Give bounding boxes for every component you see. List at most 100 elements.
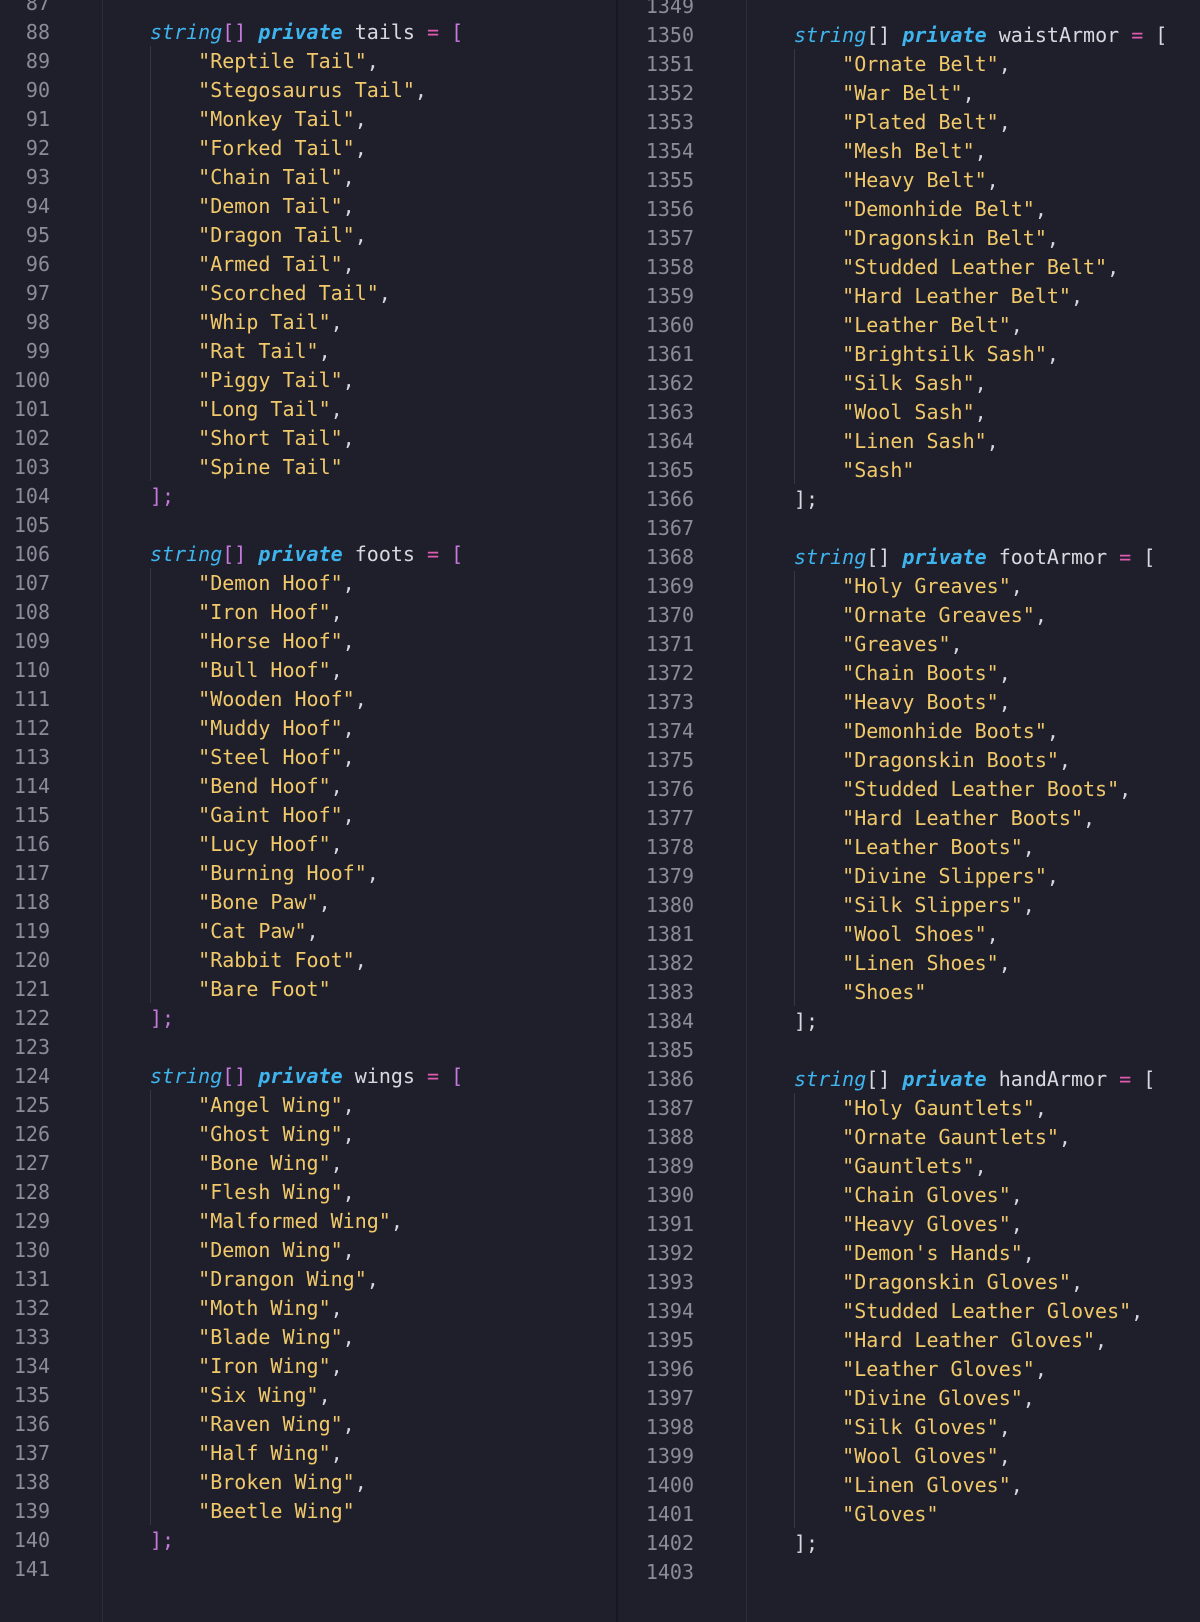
code-line[interactable]: 117 "Burning Hoof", bbox=[0, 858, 616, 888]
code-line[interactable]: 1398 "Silk Gloves", bbox=[618, 1412, 1200, 1442]
code-line[interactable]: 1393 "Dragonskin Gloves", bbox=[618, 1267, 1200, 1297]
code-line[interactable]: 127 "Bone Wing", bbox=[0, 1148, 616, 1178]
code-line[interactable]: 124 string[] private wings = [ bbox=[0, 1061, 616, 1091]
code-line[interactable]: 1397 "Divine Gloves", bbox=[618, 1383, 1200, 1413]
code-line[interactable]: 1392 "Demon's Hands", bbox=[618, 1238, 1200, 1268]
code-line[interactable]: 97 "Scorched Tail", bbox=[0, 278, 616, 308]
code-line[interactable]: 1402]; bbox=[618, 1528, 1200, 1558]
code-line[interactable]: 95 "Dragon Tail", bbox=[0, 220, 616, 250]
code-line[interactable]: 104]; bbox=[0, 481, 616, 511]
code-line[interactable]: 1395 "Hard Leather Gloves", bbox=[618, 1325, 1200, 1355]
code-line[interactable]: 129 "Malformed Wing", bbox=[0, 1206, 616, 1236]
code-line[interactable]: 99 "Rat Tail", bbox=[0, 336, 616, 366]
code-line[interactable]: 132 "Moth Wing", bbox=[0, 1293, 616, 1323]
code-line[interactable]: 133 "Blade Wing", bbox=[0, 1322, 616, 1352]
code-line[interactable]: 93 "Chain Tail", bbox=[0, 162, 616, 192]
code-line[interactable]: 1401 "Gloves" bbox=[618, 1499, 1200, 1529]
code-line[interactable]: 140]; bbox=[0, 1525, 616, 1555]
code-line[interactable]: 1371 "Greaves", bbox=[618, 629, 1200, 659]
code-line[interactable]: 141 bbox=[0, 1554, 616, 1584]
code-line[interactable]: 1360 "Leather Belt", bbox=[618, 310, 1200, 340]
code-line[interactable]: 1373 "Heavy Boots", bbox=[618, 687, 1200, 717]
code-line[interactable]: 1369 "Holy Greaves", bbox=[618, 571, 1200, 601]
code-line[interactable]: 109 "Horse Hoof", bbox=[0, 626, 616, 656]
code-line[interactable]: 116 "Lucy Hoof", bbox=[0, 829, 616, 859]
code-line[interactable]: 120 "Rabbit Foot", bbox=[0, 945, 616, 975]
code-line[interactable]: 1367 bbox=[618, 513, 1200, 543]
code-line[interactable]: 1349 bbox=[618, 0, 1200, 21]
code-line[interactable]: 90 "Stegosaurus Tail", bbox=[0, 75, 616, 105]
code-line[interactable]: 96 "Armed Tail", bbox=[0, 249, 616, 279]
code-line[interactable]: 91 "Monkey Tail", bbox=[0, 104, 616, 134]
code-line[interactable]: 1376 "Studded Leather Boots", bbox=[618, 774, 1200, 804]
code-line[interactable]: 130 "Demon Wing", bbox=[0, 1235, 616, 1265]
code-line[interactable]: 1382 "Linen Shoes", bbox=[618, 948, 1200, 978]
code-line[interactable]: 1354 "Mesh Belt", bbox=[618, 136, 1200, 166]
code-line[interactable]: 1353 "Plated Belt", bbox=[618, 107, 1200, 137]
code-line[interactable]: 1368 string[] private footArmor = [ bbox=[618, 542, 1200, 572]
code-line[interactable]: 89 "Reptile Tail", bbox=[0, 46, 616, 76]
code-line[interactable]: 1394 "Studded Leather Gloves", bbox=[618, 1296, 1200, 1326]
code-line[interactable]: 103 "Spine Tail" bbox=[0, 452, 616, 482]
code-line[interactable]: 1374 "Demonhide Boots", bbox=[618, 716, 1200, 746]
code-line[interactable]: 1380 "Silk Slippers", bbox=[618, 890, 1200, 920]
code-line[interactable]: 1351 "Ornate Belt", bbox=[618, 49, 1200, 79]
code-line[interactable]: 112 "Muddy Hoof", bbox=[0, 713, 616, 743]
code-line[interactable]: 135 "Six Wing", bbox=[0, 1380, 616, 1410]
code-line[interactable]: 1384]; bbox=[618, 1006, 1200, 1036]
code-line[interactable]: 118 "Bone Paw", bbox=[0, 887, 616, 917]
code-line[interactable]: 94 "Demon Tail", bbox=[0, 191, 616, 221]
code-line[interactable]: 100 "Piggy Tail", bbox=[0, 365, 616, 395]
code-line[interactable]: 1359 "Hard Leather Belt", bbox=[618, 281, 1200, 311]
code-line[interactable]: 136 "Raven Wing", bbox=[0, 1409, 616, 1439]
code-line[interactable]: 1390 "Chain Gloves", bbox=[618, 1180, 1200, 1210]
code-line[interactable]: 1352 "War Belt", bbox=[618, 78, 1200, 108]
code-line[interactable]: 88 string[] private tails = [ bbox=[0, 17, 616, 47]
code-line[interactable]: 139 "Beetle Wing" bbox=[0, 1496, 616, 1526]
code-line[interactable]: 108 "Iron Hoof", bbox=[0, 597, 616, 627]
code-line[interactable]: 125 "Angel Wing", bbox=[0, 1090, 616, 1120]
code-line[interactable]: 1391 "Heavy Gloves", bbox=[618, 1209, 1200, 1239]
code-line[interactable]: 102 "Short Tail", bbox=[0, 423, 616, 453]
code-line[interactable]: 106 string[] private foots = [ bbox=[0, 539, 616, 569]
code-line[interactable]: 1358 "Studded Leather Belt", bbox=[618, 252, 1200, 282]
left-editor-pane[interactable]: 87 88 string[] private tails = [89 "Reptil… bbox=[0, 0, 616, 1622]
code-line[interactable]: 134 "Iron Wing", bbox=[0, 1351, 616, 1381]
code-line[interactable]: 1377 "Hard Leather Boots", bbox=[618, 803, 1200, 833]
code-line[interactable]: 1355 "Heavy Belt", bbox=[618, 165, 1200, 195]
code-line[interactable]: 1350 string[] private waistArmor = [ bbox=[618, 20, 1200, 50]
code-line[interactable]: 137 "Half Wing", bbox=[0, 1438, 616, 1468]
code-line[interactable]: 101 "Long Tail", bbox=[0, 394, 616, 424]
right-editor-pane[interactable]: 1349 1350 string[] private waistArmor = [1… bbox=[618, 0, 1200, 1622]
code-line[interactable]: 131 "Drangon Wing", bbox=[0, 1264, 616, 1294]
code-line[interactable]: 98 "Whip Tail", bbox=[0, 307, 616, 337]
code-line[interactable]: 1356 "Demonhide Belt", bbox=[618, 194, 1200, 224]
code-line[interactable]: 110 "Bull Hoof", bbox=[0, 655, 616, 685]
code-line[interactable]: 87 bbox=[0, 0, 616, 18]
code-line[interactable]: 126 "Ghost Wing", bbox=[0, 1119, 616, 1149]
code-line[interactable]: 1370 "Ornate Greaves", bbox=[618, 600, 1200, 630]
code-line[interactable]: 1375 "Dragonskin Boots", bbox=[618, 745, 1200, 775]
code-line[interactable]: 1403 bbox=[618, 1557, 1200, 1587]
code-line[interactable]: 1372 "Chain Boots", bbox=[618, 658, 1200, 688]
code-line[interactable]: 1361 "Brightsilk Sash", bbox=[618, 339, 1200, 369]
code-line[interactable]: 123 bbox=[0, 1032, 616, 1062]
code-line[interactable]: 1362 "Silk Sash", bbox=[618, 368, 1200, 398]
code-line[interactable]: 1385 bbox=[618, 1035, 1200, 1065]
code-line[interactable]: 1366]; bbox=[618, 484, 1200, 514]
code-line[interactable]: 107 "Demon Hoof", bbox=[0, 568, 616, 598]
code-line[interactable]: 1399 "Wool Gloves", bbox=[618, 1441, 1200, 1471]
code-line[interactable]: 1363 "Wool Sash", bbox=[618, 397, 1200, 427]
code-line[interactable]: 119 "Cat Paw", bbox=[0, 916, 616, 946]
code-line[interactable]: 1396 "Leather Gloves", bbox=[618, 1354, 1200, 1384]
code-line[interactable]: 121 "Bare Foot" bbox=[0, 974, 616, 1004]
code-line[interactable]: 1379 "Divine Slippers", bbox=[618, 861, 1200, 891]
code-line[interactable]: 1386 string[] private handArmor = [ bbox=[618, 1064, 1200, 1094]
code-line[interactable]: 1383 "Shoes" bbox=[618, 977, 1200, 1007]
code-line[interactable]: 113 "Steel Hoof", bbox=[0, 742, 616, 772]
code-line[interactable]: 1389 "Gauntlets", bbox=[618, 1151, 1200, 1181]
code-line[interactable]: 128 "Flesh Wing", bbox=[0, 1177, 616, 1207]
code-line[interactable]: 105 bbox=[0, 510, 616, 540]
code-line[interactable]: 122]; bbox=[0, 1003, 616, 1033]
code-line[interactable]: 1400 "Linen Gloves", bbox=[618, 1470, 1200, 1500]
